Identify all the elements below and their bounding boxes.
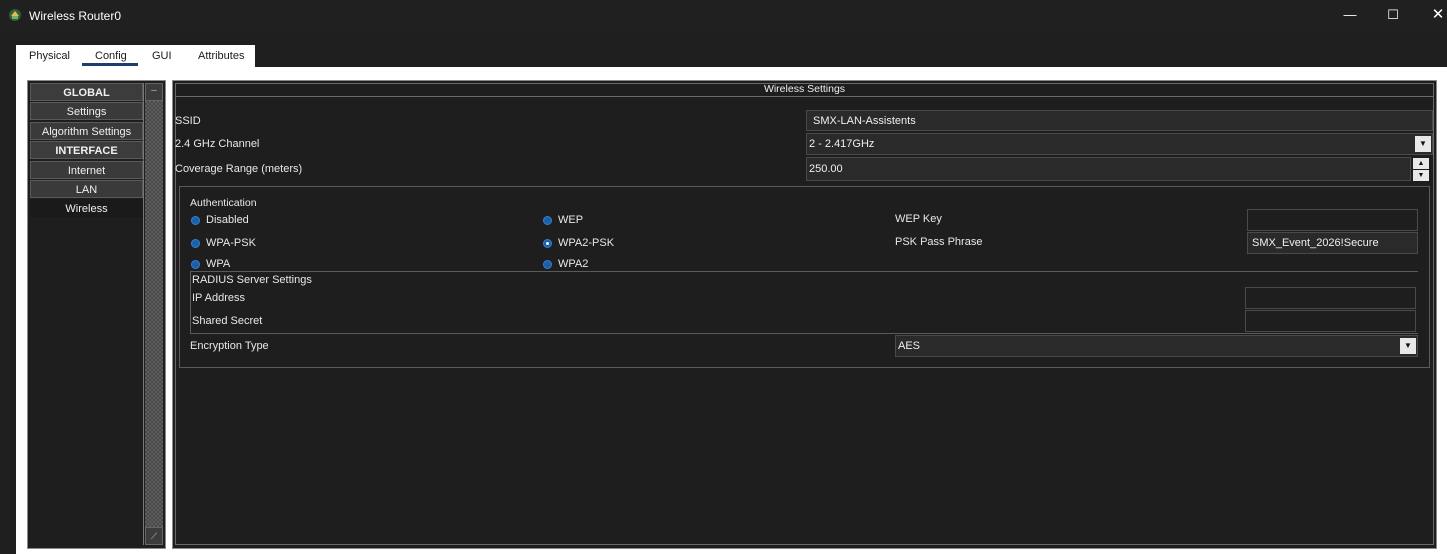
radio-button-icon[interactable]	[543, 259, 552, 269]
resize-grip-icon[interactable]: ⟋	[145, 527, 163, 545]
radio-wpa2-psk[interactable]: WPA2-PSK	[543, 237, 614, 249]
maximize-button[interactable]: ☐	[1383, 5, 1403, 25]
radius-title: RADIUS Server Settings	[192, 274, 312, 286]
radio-disabled-label: Disabled	[206, 214, 249, 226]
sidebar-divider	[143, 83, 144, 545]
radius-group-bottom-border	[190, 333, 1418, 334]
tab-physical[interactable]: Physical	[29, 50, 70, 62]
psk-pass-phrase-input[interactable]: SMX_Event_2026!Secure	[1247, 232, 1418, 254]
title-bar: Wireless Router0 — ☐ ✕	[0, 0, 1447, 31]
minimize-button[interactable]: —	[1340, 5, 1360, 25]
encryption-type-label: Encryption Type	[190, 340, 269, 352]
psk-pass-phrase-label: PSK Pass Phrase	[895, 236, 983, 248]
spin-up-icon[interactable]: ▲	[1413, 158, 1429, 169]
active-tab-indicator	[82, 63, 138, 66]
section-title: Wireless Settings	[175, 83, 1434, 97]
radio-wpa2-label: WPA2	[558, 258, 589, 270]
sidebar-item-settings[interactable]: Settings	[30, 102, 143, 121]
router-app-icon	[9, 9, 21, 21]
radio-wpa[interactable]: WPA	[191, 258, 230, 270]
radio-button-icon[interactable]	[191, 238, 200, 248]
radio-wpa2[interactable]: WPA2	[543, 258, 588, 270]
radius-group-left-border	[190, 271, 191, 333]
shared-secret-label: Shared Secret	[192, 315, 263, 327]
radio-disabled[interactable]: Disabled	[191, 214, 249, 226]
channel-select[interactable]: 2 - 2.417GHz	[806, 133, 1433, 155]
radio-button-icon[interactable]	[543, 215, 552, 225]
scroll-collapse-icon[interactable]: –	[145, 83, 163, 101]
ssid-label: SSID	[175, 115, 201, 127]
sidebar-header-interface[interactable]: INTERFACE	[30, 141, 143, 160]
ip-address-label: IP Address	[192, 292, 245, 304]
ip-address-input[interactable]	[1245, 287, 1416, 309]
encryption-type-select[interactable]: AES	[895, 335, 1418, 357]
radio-wpa-psk[interactable]: WPA-PSK	[191, 237, 256, 249]
coverage-range-label: Coverage Range (meters)	[175, 163, 303, 175]
radio-wep-label: WEP	[558, 214, 584, 226]
wep-key-input[interactable]	[1247, 209, 1418, 231]
radio-button-icon[interactable]	[191, 259, 200, 269]
sidebar-item-wireless[interactable]: Wireless	[30, 199, 143, 218]
tab-config[interactable]: Config	[95, 50, 127, 62]
radio-wep[interactable]: WEP	[543, 214, 583, 226]
chevron-down-icon[interactable]: ▼	[1415, 136, 1431, 152]
close-button[interactable]: ✕	[1428, 5, 1447, 25]
coverage-range-spinner[interactable]: 250.00	[806, 157, 1411, 181]
channel-label: 2.4 GHz Channel	[175, 138, 260, 150]
radio-wpa2-psk-label: WPA2-PSK	[558, 237, 615, 249]
sidebar-list: GLOBAL Settings Algorithm Settings INTER…	[30, 83, 143, 219]
radio-button-icon[interactable]	[191, 215, 200, 225]
radio-wpa-label: WPA	[206, 258, 231, 270]
sidebar-item-algorithm-settings[interactable]: Algorithm Settings	[30, 121, 143, 140]
sidebar-item-lan[interactable]: LAN	[30, 179, 143, 198]
sidebar-scrollbar[interactable]	[145, 83, 163, 545]
tab-attributes[interactable]: Attributes	[198, 50, 244, 62]
shared-secret-input[interactable]	[1245, 310, 1416, 332]
ssid-input[interactable]: SMX-LAN-Assistents	[806, 110, 1433, 131]
window-title: Wireless Router0	[29, 9, 122, 23]
sidebar-header-global[interactable]: GLOBAL	[30, 83, 143, 101]
wep-key-label: WEP Key	[895, 213, 942, 225]
spin-down-icon[interactable]: ▼	[1413, 170, 1429, 181]
authentication-title: Authentication	[190, 197, 257, 209]
sidebar-item-internet[interactable]: Internet	[30, 160, 143, 179]
radius-group-top-border	[190, 271, 1418, 272]
tab-gui[interactable]: GUI	[152, 50, 172, 62]
radio-selected-icon[interactable]	[543, 238, 552, 248]
chevron-down-icon[interactable]: ▼	[1400, 338, 1416, 354]
radio-wpa-psk-label: WPA-PSK	[206, 237, 256, 249]
